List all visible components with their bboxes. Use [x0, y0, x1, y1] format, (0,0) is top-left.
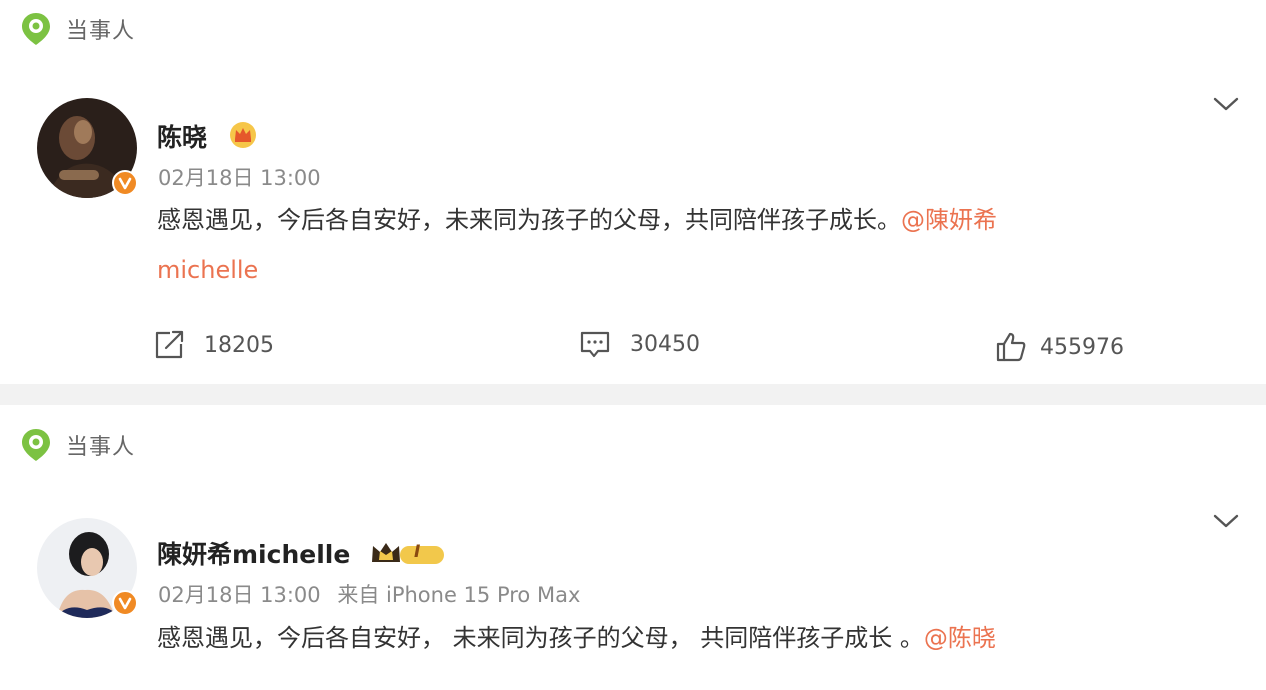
post-text: 感恩遇见，今后各自安好，未来同为孩子的父母，共同陪伴孩子成长。@陳妍希 mich…: [157, 195, 997, 295]
party-tag-label: 当事人: [66, 19, 136, 44]
username-text[interactable]: 陳妍希michelle: [157, 540, 350, 569]
repost-button[interactable]: 18205: [152, 328, 274, 362]
mention-link[interactable]: @陳妍希: [901, 206, 997, 234]
location-pin-icon: [22, 13, 50, 45]
party-tag: 当事人: [20, 427, 135, 463]
vip-badge[interactable]: I: [370, 540, 446, 568]
comment-button[interactable]: 30450: [578, 328, 700, 360]
party-tag: 当事人: [20, 11, 135, 47]
post-meta: 02月18日 13:00 来自 iPhone 15 Pro Max: [158, 579, 580, 609]
post-card: 当事人 陳妍希michelle I 02月18日 13:00 来自 iPhone: [0, 405, 1266, 690]
vip-level: I: [414, 542, 421, 562]
like-count: 455976: [1040, 334, 1124, 360]
post-card: 当事人 陈晓 02月18日 13:00 感恩遇见，今后各自安好，未来同为孩子的父…: [0, 0, 1266, 384]
repost-count: 18205: [204, 332, 274, 358]
avatar[interactable]: [37, 98, 138, 198]
verified-badge-icon: [112, 590, 138, 616]
verified-badge-icon: [112, 170, 138, 196]
chevron-down-icon[interactable]: [1212, 511, 1240, 531]
like-button[interactable]: 455976: [994, 330, 1124, 364]
thumbs-up-icon: [996, 332, 1026, 362]
crown-badge-icon[interactable]: [228, 121, 258, 149]
post-text: 感恩遇见，今后各自安好， 未来同为孩子的父母， 共同陪伴孩子成长 。@陈晓: [157, 613, 996, 663]
username-link[interactable]: 陈晓: [157, 118, 207, 154]
chevron-down-icon[interactable]: [1212, 94, 1240, 114]
crown-badge-icon: [372, 543, 444, 564]
post-timestamp[interactable]: 02月18日 13:00: [158, 583, 321, 607]
username-link[interactable]: 陳妍希michelle: [157, 535, 350, 571]
comment-count: 30450: [630, 331, 700, 357]
party-tag-label: 当事人: [66, 435, 136, 460]
location-pin-icon: [22, 429, 50, 461]
post-body: 感恩遇见，今后各自安好，未来同为孩子的父母，共同陪伴孩子成长。: [157, 206, 901, 234]
post-source: 来自 iPhone 15 Pro Max: [337, 583, 581, 607]
share-icon: [155, 330, 184, 359]
comment-icon: [580, 331, 610, 358]
avatar[interactable]: [37, 518, 138, 618]
username-text[interactable]: 陈晓: [157, 123, 207, 152]
mention-link[interactable]: @陈晓: [924, 624, 996, 652]
mention-link-continued[interactable]: michelle: [157, 256, 258, 284]
post-timestamp[interactable]: 02月18日 13:00: [158, 162, 321, 192]
post-body: 感恩遇见，今后各自安好， 未来同为孩子的父母， 共同陪伴孩子成长 。: [157, 624, 924, 652]
